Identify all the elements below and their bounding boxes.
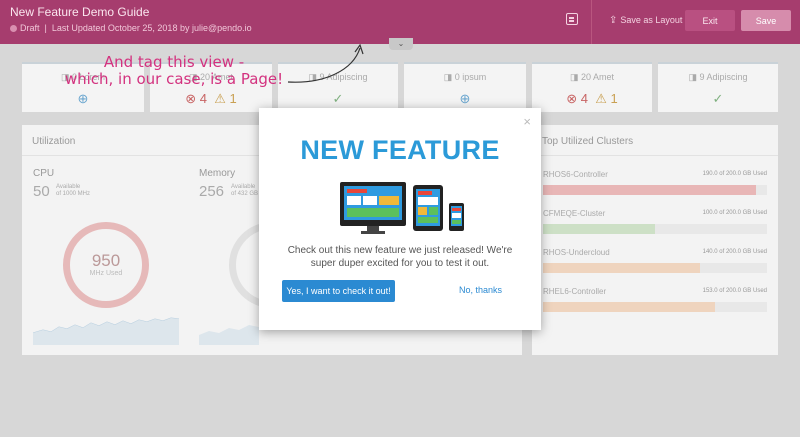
- cpu-available-sub: Available of 1000 MHz: [56, 184, 91, 197]
- cpu-sparkline: [33, 317, 179, 345]
- annotation-text: And tag this view - which, in our case, …: [58, 54, 290, 88]
- upload-icon: ⇪: [609, 15, 618, 26]
- stat-card: ◨ 9 Adipiscing ✓: [658, 62, 778, 112]
- stat-label: ◨ 20 Amet: [569, 72, 615, 82]
- draft-status-dot: [10, 25, 17, 32]
- no-thanks-link[interactable]: No, thanks: [459, 285, 502, 295]
- modal-body-text: Check out this new feature we just relea…: [287, 245, 513, 269]
- cluster-bar: [543, 224, 767, 234]
- stat-card: ◨ 0 ipsum ⊕: [404, 62, 526, 112]
- last-updated: Last Updated October 25, 2018 by julie@p…: [51, 23, 252, 33]
- check-icon: ✓: [332, 91, 344, 106]
- error-count: 4: [199, 91, 207, 106]
- guide-modal: × NEW FEATURE Check out this new feature…: [259, 108, 541, 330]
- error-icon: ⊗: [185, 91, 197, 106]
- cpu-donut-label: MHz Used: [89, 270, 123, 277]
- memory-label: Memory: [199, 168, 236, 179]
- memory-available-value: 256: [199, 183, 225, 200]
- cluster-bar-fill: [543, 224, 655, 234]
- panel-divider: [532, 155, 778, 156]
- stat-label: ◨ 0 ipsum: [443, 72, 487, 82]
- memory-sparkline: [199, 325, 259, 345]
- devices-illustration: [340, 182, 464, 234]
- draft-status: Draft: [20, 23, 40, 33]
- cluster-name: CFMEQE-Cluster: [543, 209, 606, 218]
- cluster-name: RHOS6-Controller: [543, 170, 608, 179]
- close-icon[interactable]: ×: [523, 114, 531, 129]
- guide-title: New Feature Demo Guide: [10, 5, 150, 19]
- clusters-panel: Top Utilized Clusters RHOS6-Controller 1…: [532, 125, 778, 355]
- cluster-bar-fill: [543, 302, 716, 312]
- save-as-layout-button[interactable]: ⇪ Save as Layout: [609, 15, 682, 26]
- save-button[interactable]: Save: [741, 10, 791, 31]
- cluster-bar-fill: [543, 263, 700, 273]
- warning-count: 1: [610, 91, 618, 106]
- cluster-bar-fill: [543, 185, 756, 195]
- error-icon: ⊗: [566, 91, 578, 106]
- annotation-line-1: And tag this view -: [103, 53, 245, 71]
- guide-meta: Draft | Last Updated October 25, 2018 by j…: [10, 23, 252, 33]
- cluster-usage: 100.0 of 200.0 GB Used: [702, 210, 767, 216]
- info-icon: ⊕: [77, 91, 89, 106]
- layout-icon[interactable]: [566, 13, 578, 25]
- cluster-bar: [543, 263, 767, 273]
- modal-headline: NEW FEATURE: [300, 135, 500, 165]
- memory-available-sub: Available of 432 GB: [231, 184, 259, 197]
- clusters-title: Top Utilized Clusters: [542, 136, 634, 147]
- annotation-arrow: [287, 43, 364, 83]
- save-as-layout-label: Save as Layout: [620, 15, 683, 25]
- warning-icon: ⚠: [595, 91, 607, 106]
- warning-count: 1: [229, 91, 237, 106]
- cluster-name: RHEL6-Controller: [543, 287, 607, 296]
- toolbar-divider: [591, 0, 592, 44]
- stat-status: ⊗ 4 ⚠ 1: [150, 91, 272, 107]
- stat-label: ◨ 9 Adipiscing: [688, 72, 748, 82]
- cluster-bar: [543, 302, 767, 312]
- cpu-donut-value: 950: [91, 251, 121, 270]
- cluster-usage: 140.0 of 200.0 GB Used: [702, 249, 767, 255]
- cpu-available-value: 50: [33, 183, 50, 200]
- chevron-down-icon[interactable]: ⌄: [389, 38, 413, 50]
- cluster-bar: [543, 185, 767, 195]
- stat-card: ◨ 20 Amet ⊗ 4 ⚠ 1: [532, 62, 652, 112]
- check-it-out-button[interactable]: Yes, I want to check it out!: [282, 280, 395, 302]
- cluster-usage: 153.0 of 200.0 GB Used: [702, 288, 767, 294]
- error-count: 4: [580, 91, 588, 106]
- check-icon: ✓: [712, 91, 724, 106]
- stat-status: ⊗ 4 ⚠ 1: [532, 91, 652, 107]
- utilization-title: Utilization: [32, 136, 76, 147]
- exit-button[interactable]: Exit: [685, 10, 735, 31]
- meta-separator: |: [44, 23, 47, 33]
- annotation-line-2: which, in our case, is a Page!: [64, 70, 284, 88]
- cluster-name: RHOS-Undercloud: [543, 248, 610, 257]
- cluster-usage: 190.0 of 200.0 GB Used: [702, 171, 767, 177]
- info-icon: ⊕: [459, 91, 471, 106]
- cpu-label: CPU: [33, 168, 55, 179]
- warning-icon: ⚠: [214, 91, 226, 106]
